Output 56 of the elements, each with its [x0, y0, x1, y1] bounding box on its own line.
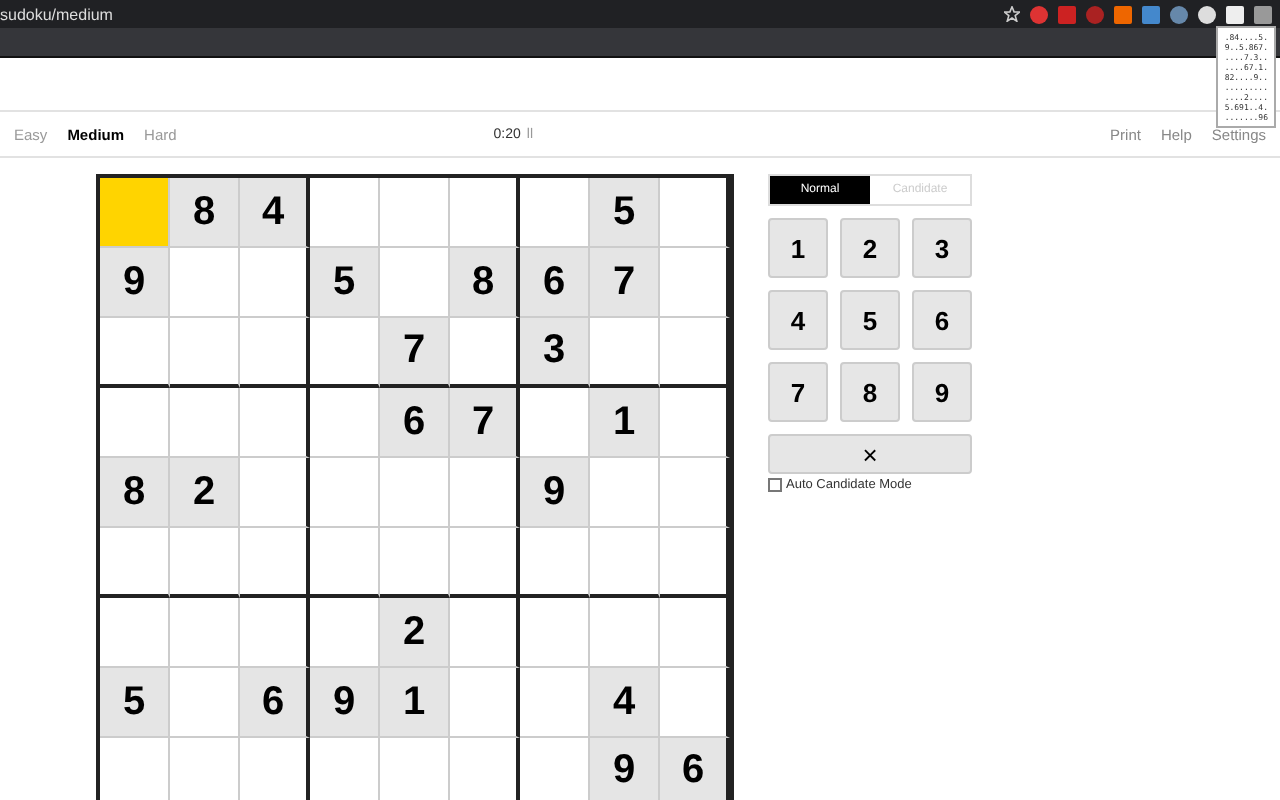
sudoku-cell[interactable]	[450, 598, 520, 668]
sudoku-cell[interactable]	[450, 668, 520, 738]
sudoku-cell[interactable]	[660, 668, 730, 738]
sudoku-cell[interactable]	[660, 598, 730, 668]
sudoku-cell[interactable]: 9	[100, 248, 170, 318]
sudoku-cell[interactable]: 4	[590, 668, 660, 738]
sudoku-cell[interactable]	[660, 528, 730, 598]
number-key[interactable]: 3	[912, 218, 972, 278]
sudoku-cell[interactable]	[450, 178, 520, 248]
number-key[interactable]: 5	[840, 290, 900, 350]
sudoku-cell[interactable]	[240, 248, 310, 318]
sudoku-cell[interactable]	[660, 388, 730, 458]
sudoku-cell[interactable]	[450, 528, 520, 598]
sudoku-cell[interactable]: 8	[100, 458, 170, 528]
sudoku-cell[interactable]: 2	[380, 598, 450, 668]
sudoku-cell[interactable]: 5	[590, 178, 660, 248]
sudoku-cell[interactable]: 8	[450, 248, 520, 318]
sudoku-cell[interactable]: 8	[170, 178, 240, 248]
star-icon[interactable]	[1004, 6, 1020, 22]
sudoku-cell[interactable]: 9	[520, 458, 590, 528]
sudoku-cell[interactable]: 6	[240, 668, 310, 738]
number-key[interactable]: 4	[768, 290, 828, 350]
sudoku-cell[interactable]: 7	[450, 388, 520, 458]
number-key[interactable]: 2	[840, 218, 900, 278]
sudoku-cell[interactable]	[240, 528, 310, 598]
sudoku-cell[interactable]: 5	[100, 668, 170, 738]
sudoku-cell[interactable]	[660, 318, 730, 388]
sudoku-cell[interactable]: 3	[520, 318, 590, 388]
number-key[interactable]: 1	[768, 218, 828, 278]
sudoku-cell[interactable]: 9	[310, 668, 380, 738]
sudoku-cell[interactable]	[240, 458, 310, 528]
number-key[interactable]: 9	[912, 362, 972, 422]
sudoku-cell[interactable]	[660, 458, 730, 528]
sudoku-cell[interactable]	[660, 178, 730, 248]
sudoku-cell[interactable]: 7	[590, 248, 660, 318]
sudoku-cell[interactable]: 6	[660, 738, 730, 800]
sudoku-cell[interactable]: 1	[590, 388, 660, 458]
sudoku-cell[interactable]	[240, 318, 310, 388]
sudoku-cell[interactable]: 4	[240, 178, 310, 248]
number-key[interactable]: 8	[840, 362, 900, 422]
sudoku-cell[interactable]: 7	[380, 318, 450, 388]
sudoku-cell[interactable]	[240, 598, 310, 668]
erase-button[interactable]: ×	[768, 434, 972, 474]
sudoku-cell[interactable]	[240, 388, 310, 458]
number-key[interactable]: 6	[912, 290, 972, 350]
sudoku-cell[interactable]: 9	[590, 738, 660, 800]
sudoku-cell[interactable]	[450, 458, 520, 528]
sudoku-cell[interactable]: 6	[520, 248, 590, 318]
sudoku-cell[interactable]: 2	[170, 458, 240, 528]
sudoku-cell[interactable]	[660, 248, 730, 318]
checkbox[interactable]	[768, 478, 782, 492]
sudoku-cell[interactable]	[450, 318, 520, 388]
sudoku-cell[interactable]: 5	[310, 248, 380, 318]
sudoku-cell[interactable]: 6	[380, 388, 450, 458]
number-key[interactable]: 7	[768, 362, 828, 422]
sudoku-cell[interactable]: 1	[380, 668, 450, 738]
